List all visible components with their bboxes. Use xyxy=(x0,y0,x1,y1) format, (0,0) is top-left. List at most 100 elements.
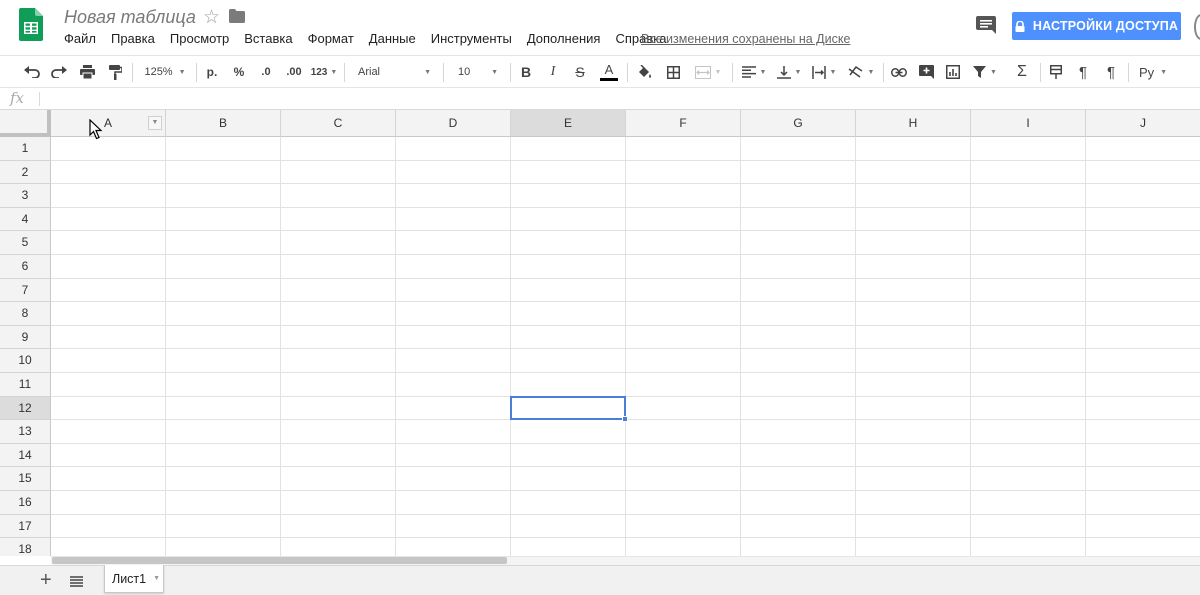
strikethrough-button[interactable]: S xyxy=(569,56,591,88)
row-header-10[interactable]: 10 xyxy=(0,349,51,373)
increase-decimal-button[interactable]: .00 xyxy=(282,56,306,88)
freeze-button[interactable] xyxy=(1045,56,1067,88)
zoom-caret-icon: ▼ xyxy=(178,68,186,76)
row-header-4[interactable]: 4 xyxy=(0,207,51,232)
comments-icon[interactable] xyxy=(976,16,996,34)
folder-icon[interactable] xyxy=(229,9,245,23)
currency-format-button[interactable]: р. xyxy=(202,56,222,88)
menu-insert[interactable]: Вставка xyxy=(244,31,292,46)
merge-cells-icon xyxy=(694,65,711,79)
rtl-direction-button[interactable]: ¶ xyxy=(1100,56,1122,88)
insert-link-button[interactable] xyxy=(888,56,910,88)
add-sheet-button[interactable]: + xyxy=(40,569,52,592)
undo-button[interactable] xyxy=(21,56,43,88)
grid-row-line xyxy=(51,372,1200,373)
row-header-7[interactable]: 7 xyxy=(0,278,51,303)
account-avatar[interactable] xyxy=(1194,14,1200,40)
row-header-16[interactable]: 16 xyxy=(0,491,51,515)
column-header-i[interactable]: I xyxy=(971,110,1086,137)
row-header-14[interactable]: 14 xyxy=(0,443,51,468)
column-header-d[interactable]: D xyxy=(396,110,511,137)
row-header-2[interactable]: 2 xyxy=(0,160,51,185)
column-header-e[interactable]: E xyxy=(511,110,626,137)
share-button[interactable]: НАСТРОЙКИ ДОСТУПА xyxy=(1012,12,1181,40)
fill-color-button[interactable] xyxy=(633,56,655,88)
all-sheets-menu-icon[interactable] xyxy=(70,576,83,587)
filter-button[interactable]: ▼ xyxy=(968,56,1002,88)
save-status-link[interactable]: Все изменения сохранены на Диске xyxy=(641,32,850,46)
font-size-select[interactable]: 10 ▼ xyxy=(452,56,504,88)
row-header-6[interactable]: 6 xyxy=(0,255,51,279)
print-icon xyxy=(79,65,95,79)
fill-handle[interactable] xyxy=(622,416,628,423)
valign-caret-icon: ▼ xyxy=(794,68,802,76)
row-header-12[interactable]: 12 xyxy=(0,396,51,421)
paint-format-icon xyxy=(108,64,122,80)
percent-format-button[interactable]: % xyxy=(229,56,249,88)
column-menu-icon[interactable]: ▼ xyxy=(148,116,162,130)
row-header-13[interactable]: 13 xyxy=(0,420,51,444)
italic-button[interactable]: I xyxy=(542,56,564,88)
menu-file[interactable]: Файл xyxy=(64,31,96,46)
row-header-8[interactable]: 8 xyxy=(0,302,51,326)
row-header-11[interactable]: 11 xyxy=(0,373,51,397)
paint-format-button[interactable] xyxy=(104,56,126,88)
row-header-1[interactable]: 1 xyxy=(0,137,51,161)
ltr-direction-button[interactable]: ¶ xyxy=(1072,56,1094,88)
grid-row-line xyxy=(51,277,1200,279)
menu-edit[interactable]: Правка xyxy=(111,31,155,46)
menu-view[interactable]: Просмотр xyxy=(170,31,229,46)
active-cell-e12[interactable] xyxy=(510,395,626,421)
grid-row-line xyxy=(51,513,1200,515)
font-size-value: 10 xyxy=(458,66,471,78)
sheet-tab-caret-icon[interactable]: ▼ xyxy=(153,575,160,582)
document-title[interactable]: Новая таблица xyxy=(64,7,196,28)
font-family-select[interactable]: Arial ▼ xyxy=(352,56,437,88)
sheet-tab[interactable]: Лист1 ▼ xyxy=(104,565,164,593)
merge-cells-button[interactable]: ▼ xyxy=(690,56,726,88)
redo-button[interactable] xyxy=(48,56,70,88)
vertical-align-button[interactable]: ▼ xyxy=(774,56,804,88)
text-wrap-button[interactable]: ▼ xyxy=(808,56,840,88)
row-header-15[interactable]: 15 xyxy=(0,467,51,491)
row-header-3[interactable]: 3 xyxy=(0,184,51,208)
borders-button[interactable] xyxy=(662,56,684,88)
input-tools-button[interactable]: Ру ▼ xyxy=(1134,56,1172,88)
row-header-9[interactable]: 9 xyxy=(0,325,51,350)
insert-comment-button[interactable] xyxy=(915,56,937,88)
column-header-c[interactable]: C xyxy=(281,110,396,137)
insert-chart-button[interactable] xyxy=(942,56,964,88)
star-icon[interactable]: ☆ xyxy=(203,6,220,29)
lock-icon xyxy=(1015,20,1025,32)
text-color-button[interactable]: A xyxy=(597,56,621,88)
horizontal-align-button[interactable]: ▼ xyxy=(738,56,770,88)
sheets-logo-icon[interactable] xyxy=(19,8,43,41)
toolbar-separator xyxy=(732,63,733,82)
spreadsheet-grid[interactable]: A ▼ B C D E F G H I J 1 2 3 4 5 6 7 8 9 10 11 12 13 14 15 16 17 18 xyxy=(0,110,1200,556)
more-formats-button[interactable]: 123 ▼ xyxy=(309,56,339,88)
column-header-b[interactable]: B xyxy=(166,110,281,137)
row-header-17[interactable]: 17 xyxy=(0,514,51,539)
column-header-g[interactable]: G xyxy=(741,110,856,137)
column-header-j[interactable]: J xyxy=(1086,110,1200,137)
column-header-h[interactable]: H xyxy=(856,110,971,137)
bold-button[interactable]: B xyxy=(515,56,537,88)
fill-color-icon xyxy=(638,65,651,78)
select-all-corner[interactable] xyxy=(0,110,51,137)
decrease-decimal-button[interactable]: .0 xyxy=(255,56,277,88)
toolbar-separator xyxy=(132,63,133,82)
column-header-f[interactable]: F xyxy=(626,110,741,137)
row-header-5[interactable]: 5 xyxy=(0,231,51,255)
functions-button[interactable]: Σ xyxy=(1011,56,1033,88)
row-header-18[interactable]: 18 xyxy=(0,538,51,556)
toolbar-separator xyxy=(510,63,511,82)
menu-format[interactable]: Формат xyxy=(308,31,354,46)
menu-data[interactable]: Данные xyxy=(369,31,416,46)
zoom-select[interactable]: 125% ▼ xyxy=(140,56,190,88)
formula-input[interactable] xyxy=(44,90,1184,108)
horizontal-scrollbar-thumb[interactable] xyxy=(52,557,507,564)
menu-tools[interactable]: Инструменты xyxy=(431,31,512,46)
print-button[interactable] xyxy=(76,56,98,88)
text-rotation-button[interactable]: ▼ xyxy=(844,56,878,88)
menu-addons[interactable]: Дополнения xyxy=(527,31,601,46)
